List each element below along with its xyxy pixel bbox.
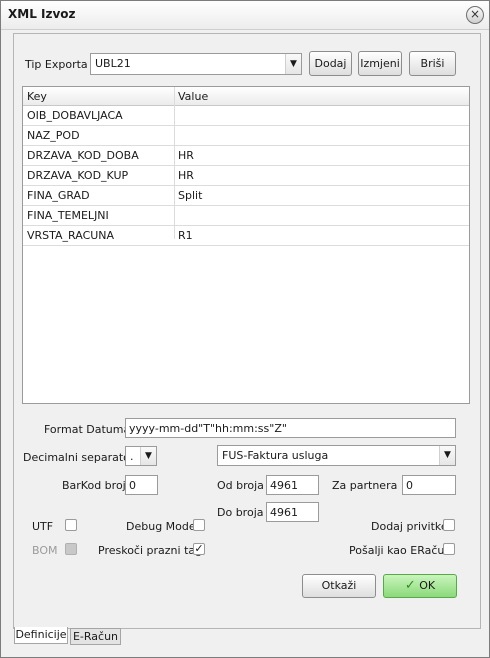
barcode-value: 0 [129, 479, 136, 492]
tab-definitions[interactable]: Definicije [14, 627, 68, 644]
document-type-select[interactable]: FUS-Faktura usluga ▼ [217, 445, 456, 466]
table-header: Key Value [23, 87, 469, 106]
ok-label: OK [419, 579, 436, 592]
checkmark-icon: ✓ [404, 578, 416, 593]
close-icon[interactable]: × [466, 6, 484, 24]
barcode-input[interactable]: 0 [125, 475, 158, 495]
window-title: XML Izvoz [8, 7, 76, 21]
debug-mode-checkbox[interactable] [193, 519, 205, 531]
row-key: OIB_DOBAVLJACA [27, 109, 123, 122]
utf-label: UTF [32, 520, 54, 533]
bom-checkbox [65, 543, 77, 555]
skip-empty-tag-checkbox[interactable]: ✓ [193, 543, 205, 555]
attachments-checkbox[interactable] [443, 519, 455, 531]
row-value: Split [178, 189, 203, 202]
row-value: R1 [178, 229, 193, 242]
delete-button[interactable]: Briši [409, 51, 456, 76]
barcode-label: BarKod broj [62, 479, 126, 492]
from-number-value: 4961 [270, 479, 298, 492]
document-type-value: FUS-Faktura usluga [222, 449, 329, 462]
row-value: HR [178, 169, 194, 182]
date-format-input[interactable]: yyyy-mm-dd"T"hh:mm:ss"Z" [125, 418, 456, 438]
row-key: FINA_TEMELJNI [27, 209, 109, 222]
row-key: DRZAVA_KOD_DOBA [27, 149, 139, 162]
from-number-input[interactable]: 4961 [266, 475, 319, 495]
table-row[interactable]: FINA_TEMELJNI [23, 206, 469, 226]
date-format-label: Format Datuma [44, 423, 131, 436]
edit-button[interactable]: Izmjeni [358, 51, 402, 76]
chevron-down-icon[interactable]: ▼ [140, 447, 156, 465]
row-key: DRZAVA_KOD_KUP [27, 169, 129, 182]
column-header-value[interactable]: Value [178, 90, 208, 103]
decimal-separator-value: . [130, 450, 134, 463]
table-row[interactable]: DRZAVA_KOD_DOBA HR [23, 146, 469, 166]
bom-label: BOM [32, 544, 58, 557]
export-type-value: UBL21 [95, 57, 131, 70]
tab-e-invoice[interactable]: E-Račun [70, 628, 121, 645]
skip-empty-tag-label: Preskoči prazni tag [98, 544, 203, 557]
row-value: HR [178, 149, 194, 162]
date-format-value: yyyy-mm-dd"T"hh:mm:ss"Z" [129, 422, 287, 435]
attachments-label: Dodaj privitke [371, 520, 448, 533]
definitions-panel: Tip Exporta UBL21 ▼ Dodaj Izmjeni Briši … [13, 33, 481, 629]
export-type-select[interactable]: UBL21 ▼ [90, 53, 302, 75]
cancel-button[interactable]: Otkaži [302, 574, 376, 598]
to-number-value: 4961 [270, 506, 298, 519]
from-number-label: Od broja [217, 479, 264, 492]
debug-mode-label: Debug Mode [126, 520, 196, 533]
partner-input[interactable]: 0 [402, 475, 456, 495]
row-key: NAZ_POD [27, 129, 80, 142]
chevron-down-icon[interactable]: ▼ [285, 54, 301, 74]
ok-button[interactable]: ✓ OK [383, 574, 457, 598]
table-row[interactable]: DRZAVA_KOD_KUP HR [23, 166, 469, 186]
chevron-down-icon[interactable]: ▼ [439, 446, 455, 465]
to-number-label: Do broja [217, 506, 264, 519]
column-header-key[interactable]: Key [27, 90, 47, 103]
send-as-einvoice-label: Pošalji kao ERačun [349, 544, 452, 557]
partner-value: 0 [406, 479, 413, 492]
table-row[interactable]: OIB_DOBAVLJACA [23, 106, 469, 126]
key-value-table[interactable]: Key Value OIB_DOBAVLJACA NAZ_POD DRZAVA_… [22, 86, 470, 404]
decimal-separator-select[interactable]: . ▼ [125, 446, 157, 466]
utf-checkbox[interactable] [65, 519, 77, 531]
xml-export-dialog: XML Izvoz × Tip Exporta UBL21 ▼ Dodaj Iz… [0, 0, 490, 658]
table-row[interactable]: NAZ_POD [23, 126, 469, 146]
table-row[interactable]: VRSTA_RACUNA R1 [23, 226, 469, 246]
send-as-einvoice-checkbox[interactable] [443, 543, 455, 555]
decimal-separator-label: Decimalni separator [23, 451, 135, 464]
to-number-input[interactable]: 4961 [266, 502, 319, 522]
export-type-label: Tip Exporta [25, 58, 88, 71]
row-key: FINA_GRAD [27, 189, 90, 202]
partner-label: Za partnera : [332, 479, 405, 492]
title-bar: XML Izvoz × [1, 1, 489, 30]
add-button[interactable]: Dodaj [309, 51, 352, 76]
row-key: VRSTA_RACUNA [27, 229, 115, 242]
table-row[interactable]: FINA_GRAD Split [23, 186, 469, 206]
